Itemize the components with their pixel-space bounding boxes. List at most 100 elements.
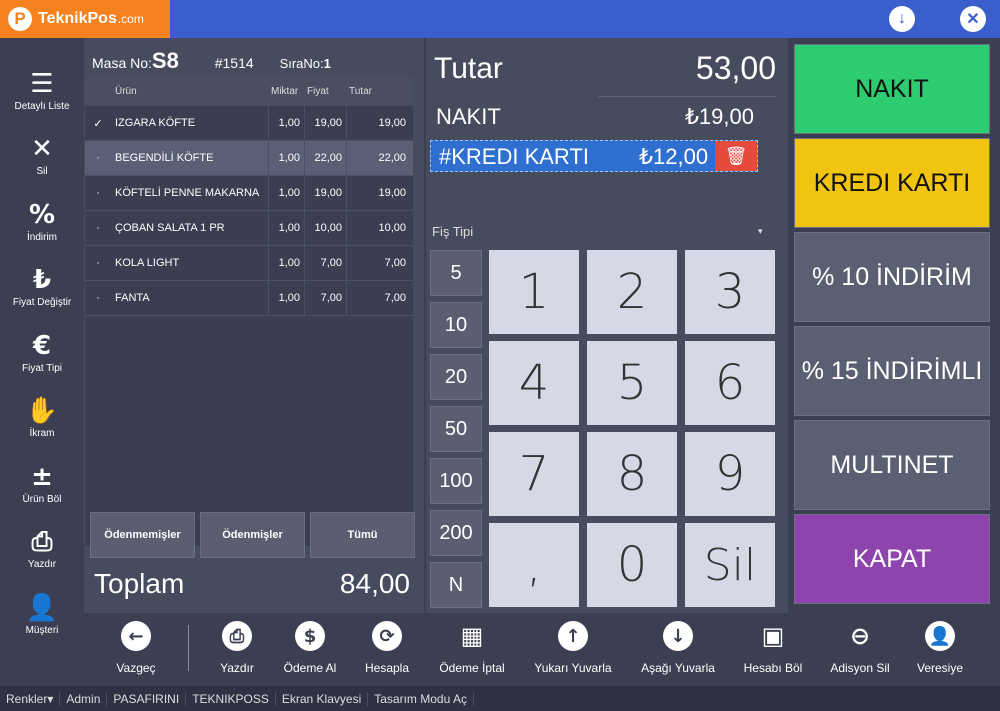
keypad-key-1[interactable]: 1 (489, 250, 579, 334)
divider (598, 96, 776, 97)
toolbar-label: Hesabı Böl (743, 661, 803, 675)
row-marker: · (96, 292, 100, 304)
adisyon-sil-button[interactable]: ⊖ Adisyon Sil (820, 621, 900, 681)
credit-card-payment-row[interactable]: #KREDI KARTI ₺12,00 🗑 (430, 140, 758, 172)
sidebar-item-sil[interactable]: ✕ Sil (0, 126, 84, 186)
status-item-tasarim-modu-ac[interactable]: Tasarım Modu Aç (368, 691, 474, 706)
sidebar-item-detayli-liste[interactable]: ☰ Detaylı Liste (0, 60, 84, 120)
credit-card-value: ₺12,00 (639, 144, 709, 169)
quick-amount-button[interactable]: N (430, 562, 482, 608)
quick-amount-button[interactable]: 100 (430, 458, 482, 504)
table-row[interactable]: · BEGENDİLİ KÖFTE 1,00 22,00 22,00 (85, 140, 413, 176)
sidebar-item-musteri[interactable]: 👤 Müşteri (0, 584, 84, 644)
paid-filter-button[interactable]: Ödenmişler (200, 512, 305, 558)
product-price: 10,00 (304, 210, 346, 246)
product-name: KÖFTELİ PENNE MAKARNA (115, 187, 260, 199)
keypad-key-0[interactable]: 0 (587, 523, 677, 607)
hesapla-button[interactable]: ⟳ Hesapla (347, 621, 427, 681)
row-marker: · (96, 257, 100, 269)
close-circle-icon[interactable]: ✕ (960, 6, 986, 32)
yukari-yuvarla-button[interactable]: ↑ Yukarı Yuvarla (533, 621, 613, 681)
status-bar: Renkler▾ Admin PASAFIRINI TEKNIKPOSS Ekran K… (0, 686, 1000, 711)
keypad-key-3[interactable]: 3 (685, 250, 775, 334)
sidebar-item-fiyat-degistir[interactable]: ₺ Fiyat Değiştir (0, 257, 84, 317)
sidebar-item-fiyat-tipi[interactable]: € Fiyat Tipi (0, 322, 84, 382)
keypad-key-9[interactable]: 9 (685, 432, 775, 516)
table-row[interactable]: · KOLA LIGHT 1,00 7,00 7,00 (85, 245, 413, 281)
sidebar-item-label: Müşteri (25, 624, 59, 636)
product-price: 7,00 (304, 280, 346, 316)
table-row[interactable]: ✓ IZGARA KÖFTE 1,00 19,00 19,00 (85, 105, 413, 141)
header-qty[interactable]: Miktar (268, 86, 304, 97)
15-indirimli-button[interactable]: % 15 İNDİRİMLI (794, 326, 990, 416)
keypad-key-5[interactable]: 5 (587, 341, 677, 425)
product-qty: 1,00 (268, 105, 304, 141)
table-number: S8 (151, 48, 179, 73)
kredi-karti-button[interactable]: KREDI KARTI (794, 138, 990, 228)
keypad-key-6[interactable]: 6 (685, 341, 775, 425)
toolbar-label: Yukarı Yuvarla (534, 661, 612, 675)
header-price[interactable]: Fiyat (304, 86, 346, 97)
ticket-number: #1514 (214, 55, 254, 71)
quick-amount-button[interactable]: 50 (430, 406, 482, 452)
10-indirim-button[interactable]: % 10 İNDİRİM (794, 232, 990, 322)
product-qty: 1,00 (268, 140, 304, 176)
quick-amount-button[interactable]: 20 (430, 354, 482, 400)
kapat-button[interactable]: KAPAT (794, 514, 990, 604)
sidebar-item-yazdir[interactable]: ⎙ Yazdır (0, 519, 84, 579)
action-sidebar: ☰ Detaylı Liste ✕ Sil% İndirim ₺ Fiyat Değişti… (0, 38, 84, 636)
keypad-comma-button[interactable]: , (489, 523, 579, 607)
arrow-down-circle-icon[interactable]: ↓ (889, 6, 915, 32)
app-logo: P TeknikPos .com (0, 0, 170, 38)
yazdir-button[interactable]: ⎙ Yazdır (197, 621, 277, 681)
cash-payment-value[interactable]: ₺19,00 (685, 104, 754, 130)
header-product[interactable]: Ürün (111, 86, 268, 97)
dropdown-arrow-icon[interactable]: ▾ (758, 226, 763, 237)
table-row[interactable]: · ÇOBAN SALATA 1 PR 1,00 10,00 10,00 (85, 210, 413, 246)
quick-amount-button[interactable]: 10 (430, 302, 482, 348)
trash-icon[interactable]: 🗑 (715, 141, 757, 171)
hesabi-bol-button[interactable]: ▣ Hesabı Böl (733, 621, 813, 681)
sidebar-item-label: Fiyat Değiştir (12, 297, 72, 308)
veresiye-button[interactable]: 👤 Veresiye (900, 621, 980, 681)
bottom-toolbar: ← Vazgeç ⎙ Yazdır $ Ödeme Al ⟳ Hesapla ▦ Ödeme İp… (84, 613, 1000, 685)
keypad-key-7[interactable]: 7 (489, 432, 579, 516)
product-qty: 1,00 (268, 245, 304, 281)
toolbar-label: Vazgeç (116, 661, 156, 675)
vazgec-button[interactable]: ← Vazgeç (96, 621, 176, 681)
keypad-key-8[interactable]: 8 (587, 432, 677, 516)
multinet-button[interactable]: MULTINET (794, 420, 990, 510)
sidebar-item-indirim[interactable]: % İndirim (0, 191, 84, 251)
unpaid-filter-button[interactable]: Ödenmemişler (90, 512, 195, 558)
brand-domain: .com (117, 12, 144, 26)
nakit-button[interactable]: NAKIT (794, 44, 990, 134)
status-item-ekran-klavyesi[interactable]: Ekran Klavyesi (276, 691, 369, 706)
status-item-admin: Admin (60, 691, 108, 706)
quick-amount-button[interactable]: 200 (430, 510, 482, 556)
sidebar-item-label: Sil (36, 166, 48, 177)
toolbar-label: Adisyon Sil (830, 661, 890, 675)
quick-amount-button[interactable]: 5 (430, 250, 482, 296)
table-row[interactable]: · FANTA 1,00 7,00 7,00 (85, 280, 413, 316)
status-item-renkler[interactable]: Renkler▾ (0, 691, 61, 706)
toolbar-label: Hesapla (364, 661, 410, 675)
sidebar-item-urun-bol[interactable]: ± Ürün Böl (0, 453, 84, 513)
delete-bill-icon: ⊖ (849, 622, 871, 650)
customer-icon: 👤 (25, 592, 59, 623)
product-name: FANTA (115, 292, 150, 304)
all-filter-button[interactable]: Tümü (310, 512, 415, 558)
keypad-delete-button[interactable]: Sil (685, 523, 775, 607)
header-total[interactable]: Tutar (346, 86, 410, 97)
keypad-key-2[interactable]: 2 (587, 250, 677, 334)
back-arrow-icon: ← (121, 621, 151, 651)
receipt-type-label[interactable]: Fiş Tipi (432, 224, 473, 239)
sidebar-item-ikram[interactable]: ✋ İkram (0, 388, 84, 448)
odeme-iptal-button[interactable]: ▦ Ödeme İptal (432, 621, 512, 681)
cash-payment-label[interactable]: NAKIT (436, 104, 501, 130)
table-row[interactable]: · KÖFTELİ PENNE MAKARNA 1,00 19,00 19,00 (85, 175, 413, 211)
asagi-yuvarla-button[interactable]: ↓ Aşağı Yuvarla (638, 621, 718, 681)
take-payment-icon: $ (295, 621, 325, 651)
odeme-al-button[interactable]: $ Ödeme Al (270, 621, 350, 681)
keypad-key-4[interactable]: 4 (489, 341, 579, 425)
product-price: 19,00 (304, 175, 346, 211)
